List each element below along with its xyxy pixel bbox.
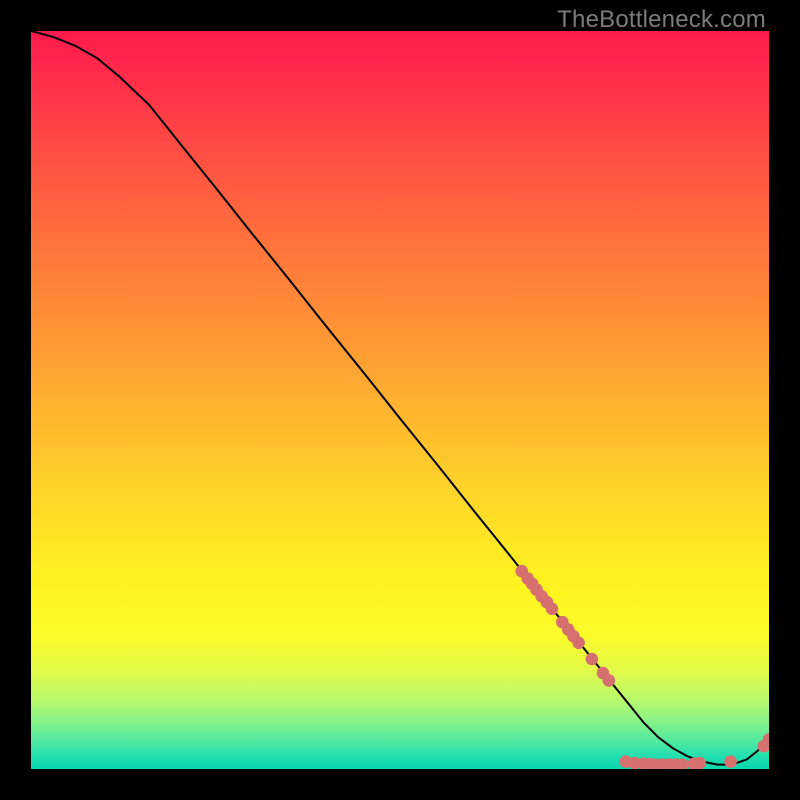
watermark-text: TheBottleneck.com <box>557 6 766 34</box>
chart-frame: TheBottleneck.com <box>0 0 800 800</box>
data-marker <box>693 757 706 769</box>
data-markers <box>515 565 769 769</box>
data-marker <box>572 637 585 650</box>
bottleneck-curve <box>31 31 769 765</box>
chart-overlay <box>31 31 769 769</box>
data-marker <box>603 674 616 687</box>
data-marker <box>724 755 737 768</box>
data-marker <box>546 603 559 616</box>
data-marker <box>586 653 599 666</box>
